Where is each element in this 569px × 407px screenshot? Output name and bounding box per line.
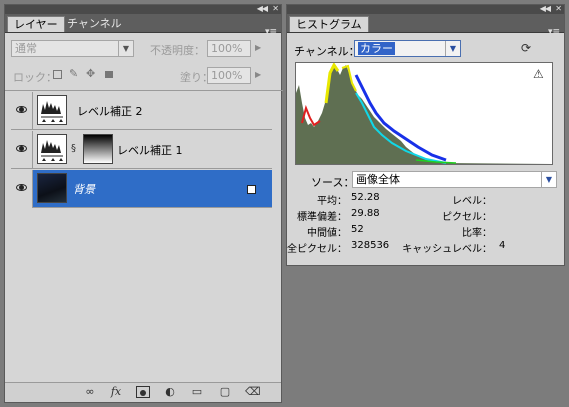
opacity-arrow-icon[interactable]: ▶ xyxy=(255,43,261,52)
new-group-folder-icon[interactable]: ▭ xyxy=(190,386,204,398)
cache-warning-icon[interactable]: ⚠ xyxy=(533,67,544,81)
add-mask-icon[interactable] xyxy=(136,386,150,398)
panel-menu-icon[interactable]: ▾≡ xyxy=(548,27,560,37)
stat-value-median: 52 xyxy=(351,224,364,235)
visibility-eye-icon[interactable] xyxy=(11,131,33,169)
lock-transparency-icon[interactable] xyxy=(53,70,62,79)
stat-label-stddev: 標準偏差： xyxy=(297,212,347,223)
layer-mask-thumbnail[interactable] xyxy=(83,134,113,164)
opacity-label: 不透明度： xyxy=(150,44,205,57)
adjustment-layer-icon[interactable]: ◐ xyxy=(163,386,177,398)
panel-top-strip: ◀◀ ✕ xyxy=(5,4,281,14)
chevron-down-icon: ▼ xyxy=(445,41,460,56)
close-icon[interactable]: ✕ xyxy=(272,4,279,13)
stat-label-cache-level: キャッシュレベル： xyxy=(402,244,492,255)
lock-label: ロック： xyxy=(13,71,57,84)
stat-label-mean: 平均： xyxy=(317,196,347,207)
fill-input[interactable]: 100% xyxy=(207,67,251,84)
visibility-eye-icon[interactable] xyxy=(11,92,33,130)
collapse-icon[interactable]: ◀◀ xyxy=(540,4,551,13)
lock-move-icon[interactable]: ✥ xyxy=(86,67,95,80)
histogram-svg xyxy=(296,62,552,164)
layer-background[interactable]: 背景 xyxy=(11,170,272,208)
layer-levels-2[interactable]: レベル補正 2 xyxy=(11,92,272,130)
lock-brush-icon[interactable]: ✎ xyxy=(69,67,78,80)
channel-select[interactable]: カラー ▼ xyxy=(354,40,461,57)
layer-name: レベル補正 1 xyxy=(117,144,183,157)
histogram-panel: ◀◀ ✕ ヒストグラム ▾≡ チャンネル： カラー ▼ ⟳ ⚠ ソース： 画像全… xyxy=(286,4,565,266)
opacity-input[interactable]: 100% xyxy=(207,40,251,57)
background-thumbnail xyxy=(37,173,67,203)
layer-name: 背景 xyxy=(73,183,95,196)
levels-adjustment-icon xyxy=(37,95,67,125)
layer-list: レベル補正 2 § レベル補正 1 背景 xyxy=(5,90,283,382)
layer-lock-icon xyxy=(247,185,256,194)
histogram-tab-row: ヒストグラム ▾≡ xyxy=(287,14,564,37)
fill-arrow-icon[interactable]: ▶ xyxy=(255,70,261,79)
source-value: 画像全体 xyxy=(356,173,400,186)
chevron-down-icon: ▼ xyxy=(118,41,133,56)
stat-value-mean: 52.28 xyxy=(351,192,380,203)
panel-menu-icon[interactable]: ▾≡ xyxy=(265,27,277,37)
fill-value: 100% xyxy=(211,69,243,82)
stat-label-count: ピクセル： xyxy=(442,212,492,223)
refresh-icon[interactable]: ⟳ xyxy=(521,41,531,55)
close-icon[interactable]: ✕ xyxy=(555,4,562,13)
layers-panel: ◀◀ ✕ レイヤー チャンネル ▾≡ 通常 ▼ 不透明度： 100% ▶ ロック… xyxy=(4,4,283,403)
lock-all-icon[interactable] xyxy=(105,71,113,78)
tab-channels[interactable]: チャンネル xyxy=(61,16,128,32)
stat-label-percentile: 比率： xyxy=(462,228,492,239)
opacity-value: 100% xyxy=(211,42,243,55)
link-layers-icon[interactable]: ∞ xyxy=(83,386,97,398)
layers-bottom-toolbar: ∞ fx ◐ ▭ ▢ ⌫ xyxy=(5,382,281,402)
stat-label-level: レベル： xyxy=(452,196,492,207)
new-layer-icon[interactable]: ▢ xyxy=(218,386,232,398)
source-select[interactable]: 画像全体 ▼ xyxy=(352,171,557,188)
channel-label: チャンネル： xyxy=(294,45,360,58)
chevron-down-icon: ▼ xyxy=(541,172,556,187)
stat-label-pixels: 全ピクセル： xyxy=(287,244,347,255)
collapse-icon[interactable]: ◀◀ xyxy=(257,4,268,13)
tab-layers[interactable]: レイヤー xyxy=(7,16,65,32)
histogram-graph xyxy=(295,62,553,165)
tab-histogram[interactable]: ヒストグラム xyxy=(289,16,369,32)
layer-levels-1[interactable]: § レベル補正 1 xyxy=(11,131,272,169)
source-label: ソース： xyxy=(311,176,355,189)
layer-name: レベル補正 2 xyxy=(77,105,143,118)
visibility-eye-icon[interactable] xyxy=(11,170,33,208)
stat-value-stddev: 29.88 xyxy=(351,208,380,219)
channel-value: カラー xyxy=(358,42,395,55)
stat-label-median: 中間値： xyxy=(307,228,347,239)
trash-icon[interactable]: ⌫ xyxy=(245,386,261,398)
layers-tab-row: レイヤー チャンネル ▾≡ xyxy=(5,14,281,37)
layer-style-fx-icon[interactable]: fx xyxy=(109,386,123,398)
mask-link-icon[interactable]: § xyxy=(71,143,76,154)
stat-value-pixels: 328536 xyxy=(351,240,390,251)
blend-mode-select[interactable]: 通常 ▼ xyxy=(11,40,134,57)
levels-adjustment-icon xyxy=(37,134,67,164)
stat-value-cache-level: 4 xyxy=(499,240,506,251)
blend-mode-value: 通常 xyxy=(15,42,37,55)
panel-top-strip: ◀◀ ✕ xyxy=(287,4,564,14)
